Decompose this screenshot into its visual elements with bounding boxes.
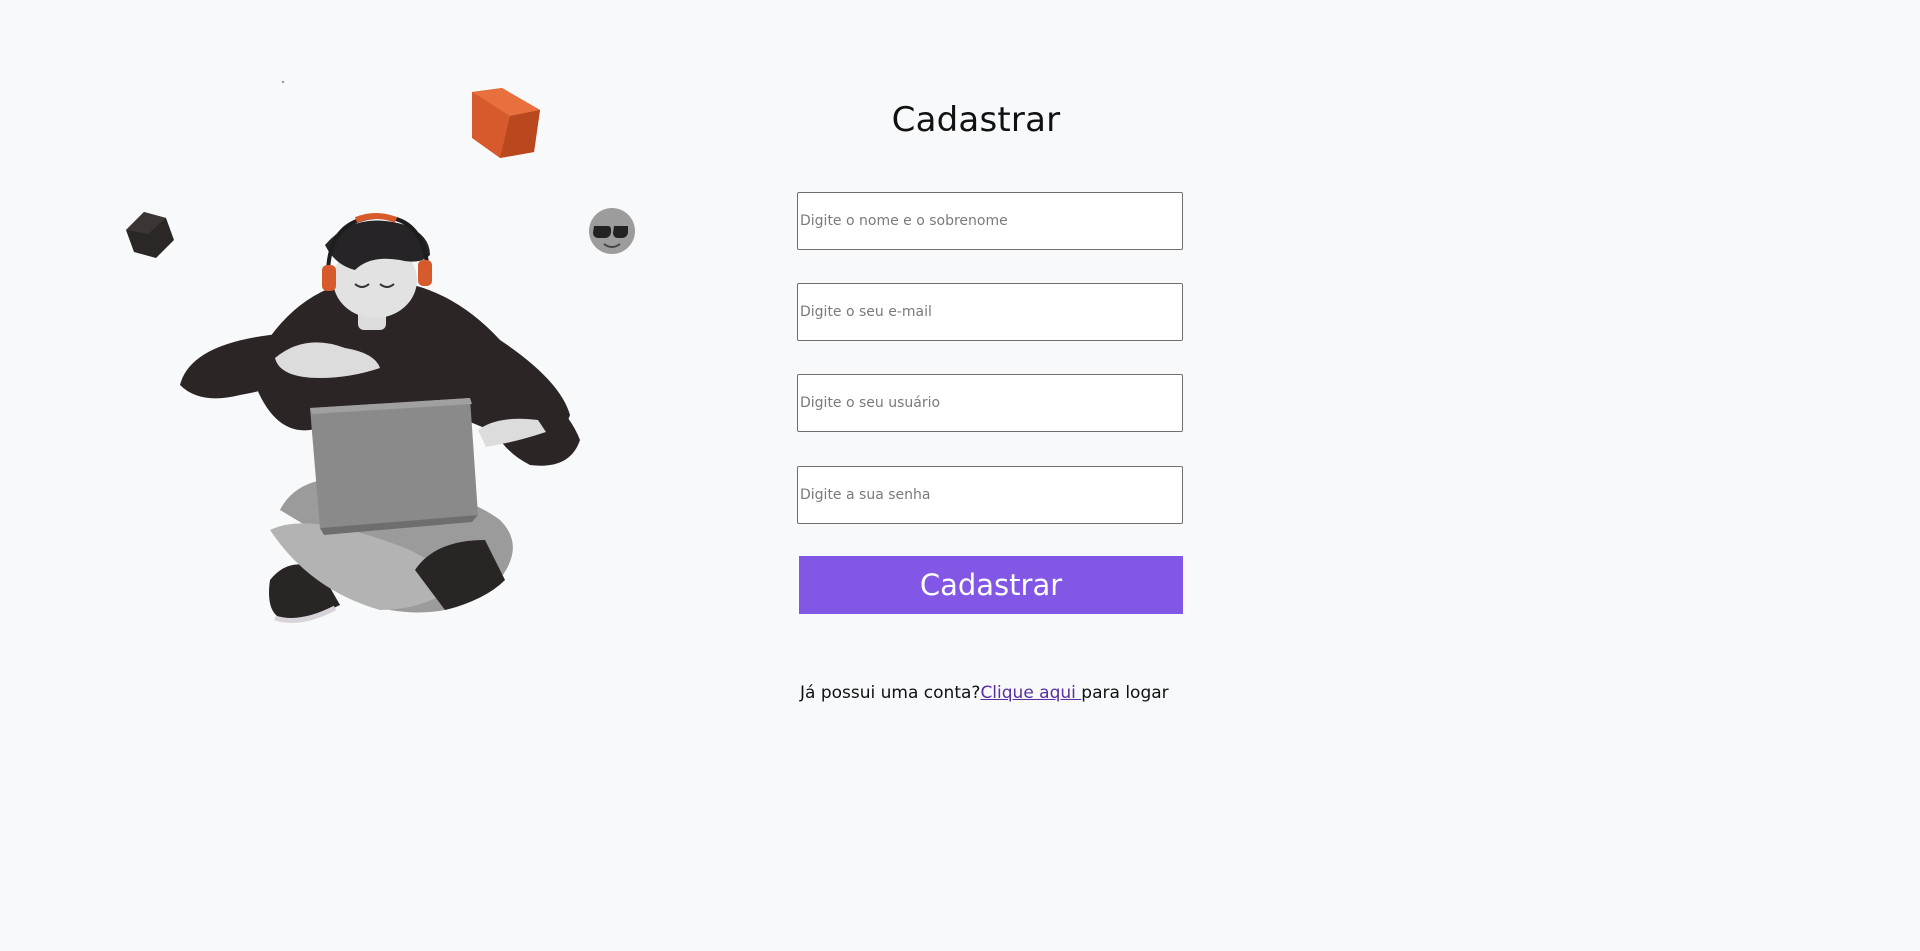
email-input[interactable]: [797, 283, 1183, 341]
person-with-laptop-icon: [126, 80, 635, 623]
login-link[interactable]: Clique aqui: [980, 683, 1081, 703]
full-name-input[interactable]: [797, 192, 1183, 250]
dark-cube-icon: [126, 212, 174, 258]
signup-page: Cadastrar Cadastrar Já possui uma conta?…: [0, 0, 1920, 951]
orange-cube-icon: [472, 88, 540, 158]
login-prompt: Já possui uma conta?Clique aqui para log…: [800, 683, 1169, 703]
hero-illustration: [100, 60, 660, 660]
username-input[interactable]: [797, 374, 1183, 432]
login-prompt-suffix: para logar: [1081, 683, 1169, 703]
page-title: Cadastrar: [891, 100, 1061, 140]
password-input[interactable]: [797, 466, 1183, 524]
login-prompt-prefix: Já possui uma conta?: [800, 683, 981, 703]
register-button[interactable]: Cadastrar: [799, 556, 1183, 614]
sunglasses-emoji-icon: [589, 208, 635, 254]
